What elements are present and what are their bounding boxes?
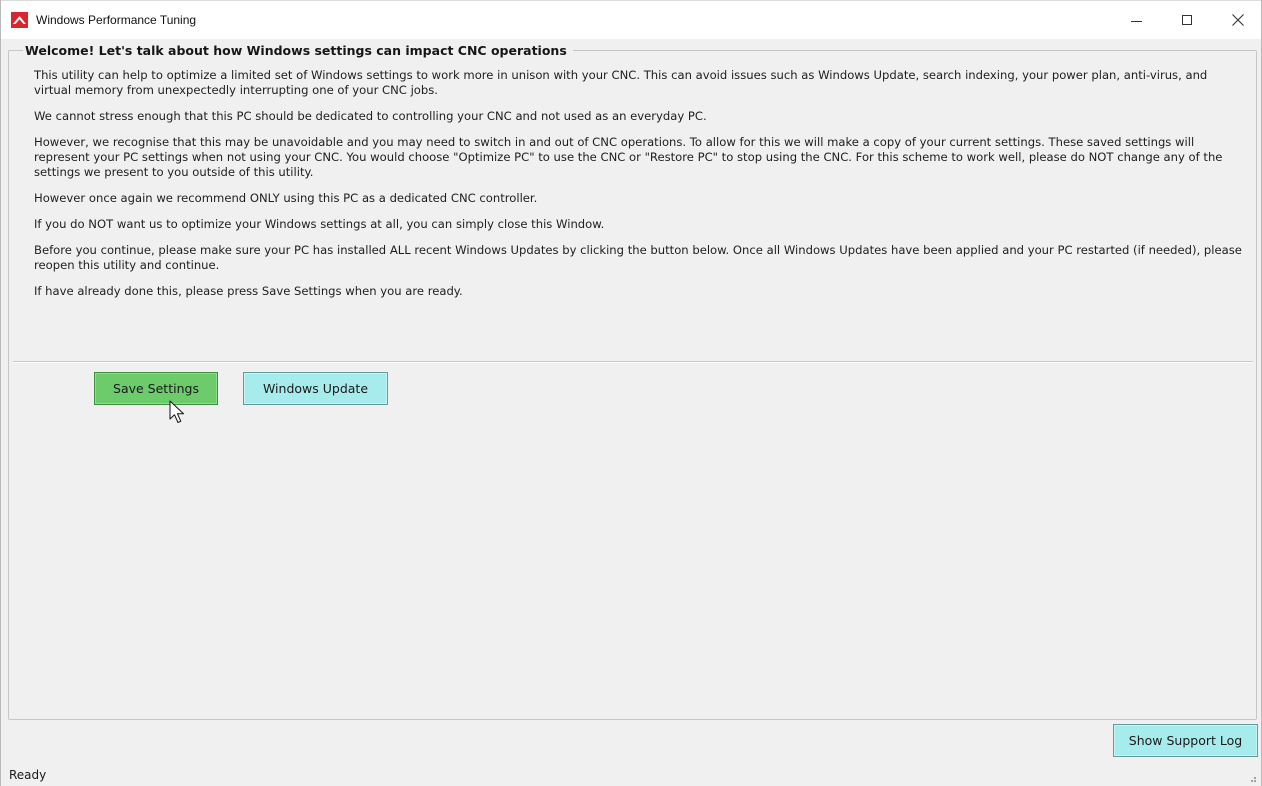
resize-grip-icon[interactable] bbox=[1247, 773, 1257, 783]
mouse-pointer-icon bbox=[169, 400, 184, 423]
title-bar[interactable]: Windows Performance Tuning bbox=[1, 0, 1261, 39]
show-support-log-button[interactable]: Show Support Log bbox=[1113, 724, 1258, 757]
paragraph: However, we recognise that this may be u… bbox=[34, 135, 1223, 179]
minimize-icon bbox=[1130, 20, 1142, 22]
paragraph: Before you continue, please make sure yo… bbox=[34, 243, 1242, 272]
minimize-button[interactable] bbox=[1113, 1, 1159, 39]
maximize-button[interactable] bbox=[1164, 1, 1210, 39]
close-icon bbox=[1232, 14, 1244, 26]
paragraph: We cannot stress enough that this PC sho… bbox=[34, 109, 707, 123]
close-button[interactable] bbox=[1215, 1, 1261, 39]
windows-update-button[interactable]: Windows Update bbox=[243, 372, 388, 405]
paragraph: This utility can help to optimize a limi… bbox=[34, 68, 1208, 97]
paragraph: However once again we recommend ONLY usi… bbox=[34, 191, 538, 205]
maximize-icon bbox=[1182, 15, 1192, 25]
status-text: Ready bbox=[9, 768, 47, 782]
save-settings-button[interactable]: Save Settings bbox=[94, 372, 218, 405]
main-window: Windows Performance Tuning Welcome! Let'… bbox=[0, 0, 1262, 786]
paragraph: If have already done this, please press … bbox=[34, 284, 463, 298]
window-title: Windows Performance Tuning bbox=[36, 13, 197, 27]
separator-line bbox=[13, 361, 1253, 363]
status-bar: Ready bbox=[1, 764, 1261, 786]
group-title: Welcome! Let's talk about how Windows se… bbox=[23, 43, 573, 58]
paragraph: If you do NOT want us to optimize your W… bbox=[34, 217, 605, 231]
intro-text: This utility can help to optimize a limi… bbox=[34, 68, 1244, 310]
app-logo-icon bbox=[11, 12, 28, 28]
